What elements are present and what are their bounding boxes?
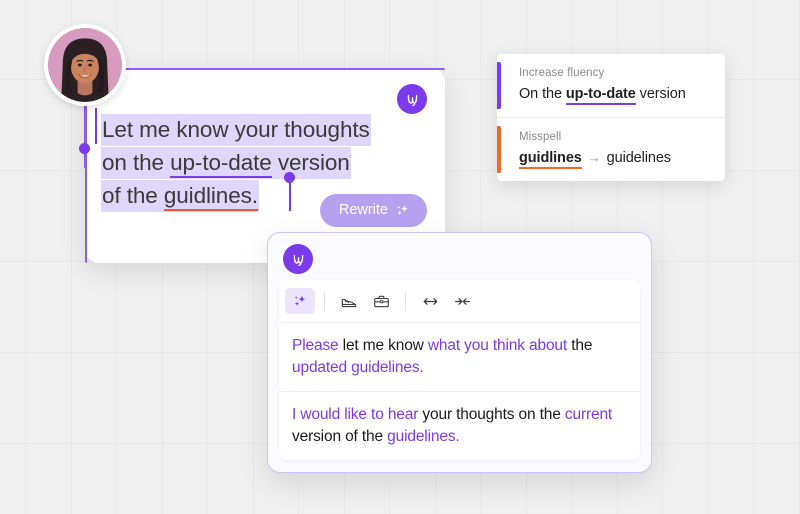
suggestion-body: guidlines → guidelines: [519, 150, 709, 169]
suggestion-card-fluency[interactable]: Increase fluency On the up-to-date versi…: [497, 54, 725, 117]
length-shorten-button[interactable]: [447, 288, 477, 314]
suggestion-label: Increase fluency: [519, 67, 605, 79]
variant-2-seg-3: current: [564, 406, 613, 423]
selection-end-handle[interactable]: [284, 172, 295, 183]
rewrite-variant-1[interactable]: Please let me know what you think about …: [279, 323, 640, 391]
user-avatar-photo: [48, 28, 122, 102]
tone-toolbar: [279, 280, 640, 323]
tone-magic-button[interactable]: [285, 288, 315, 314]
length-expand-button[interactable]: [415, 288, 445, 314]
writer-logo-icon[interactable]: [283, 244, 313, 274]
selection-start-bar: [95, 108, 97, 144]
variant-2-seg-5: guidelines.: [387, 427, 460, 445]
variant-1-seg-3: what you think about: [427, 337, 572, 354]
editor-line-1: Let me know your thoughts: [101, 113, 431, 146]
expand-arrows-icon: [421, 292, 440, 311]
variant-1-seg-5: updated guidelines.: [292, 358, 424, 376]
suggestion-label: Misspell: [519, 131, 562, 143]
suggestion-card-misspell[interactable]: Misspell guidlines → guidelines: [497, 117, 725, 181]
selection-start-handle[interactable]: [79, 143, 90, 154]
corrected-word: guidelines: [606, 150, 671, 166]
rewrite-panel[interactable]: Please let me know what you think about …: [267, 232, 652, 473]
suggestion-highlight: up-to-date: [565, 86, 636, 105]
shorten-arrows-icon: [453, 292, 472, 311]
sparkle-icon: [292, 293, 308, 309]
rewrite-button-label: Rewrite: [338, 202, 388, 218]
rewrite-variant-2[interactable]: I would like to hear your thoughts on th…: [279, 391, 640, 460]
tone-professional-button[interactable]: [366, 288, 396, 314]
fluency-accent-bar: [497, 62, 501, 109]
variant-1-seg-4: the: [571, 337, 593, 354]
suggestion-list: Increase fluency On the up-to-date versi…: [497, 54, 725, 181]
misspell-accent-bar: [497, 126, 501, 173]
misspelled-source-word: guidlines: [519, 150, 582, 169]
fluency-underlined-text[interactable]: up-to-date: [170, 150, 272, 178]
editor-line-1-text: Let me know your thoughts: [101, 114, 371, 146]
variant-2-seg-2: your thoughts on the: [422, 406, 565, 423]
variant-2-seg-4: version of the: [292, 427, 388, 445]
editor-line-3-before: of the: [102, 183, 164, 208]
variant-1-seg-2: let me know: [342, 337, 428, 354]
variant-2-seg-1: I would like to hear: [292, 406, 423, 423]
sneaker-icon: [340, 292, 359, 311]
toolbar-divider-1: [324, 291, 325, 311]
suggestion-body-before: On the: [519, 86, 566, 102]
editor-line-2-before: on the: [102, 150, 171, 175]
variant-1-seg-1: Please: [292, 337, 343, 354]
toolbar-divider-2: [405, 291, 406, 311]
misspelled-word[interactable]: guidlines.: [163, 183, 258, 211]
editor-line-2-after: version: [271, 150, 350, 175]
panel-header: [279, 244, 640, 274]
rewrite-panel-inner: Please let me know what you think about …: [279, 280, 640, 460]
editor-line-2: on the up-to-date version: [101, 146, 431, 179]
suggestion-body: On the up-to-date version: [519, 86, 709, 105]
suggestion-body-after: version: [635, 86, 686, 102]
briefcase-icon: [372, 292, 391, 311]
rewrite-button[interactable]: Rewrite: [319, 194, 427, 227]
tone-casual-button[interactable]: [334, 288, 364, 314]
screenshot-stage: Let me know your thoughts on the up-to-d…: [0, 0, 800, 514]
sparkle-icon: [395, 203, 410, 218]
arrow-right-icon: →: [587, 150, 601, 165]
writer-logo-icon[interactable]: [397, 84, 427, 114]
avatar[interactable]: [44, 24, 126, 106]
